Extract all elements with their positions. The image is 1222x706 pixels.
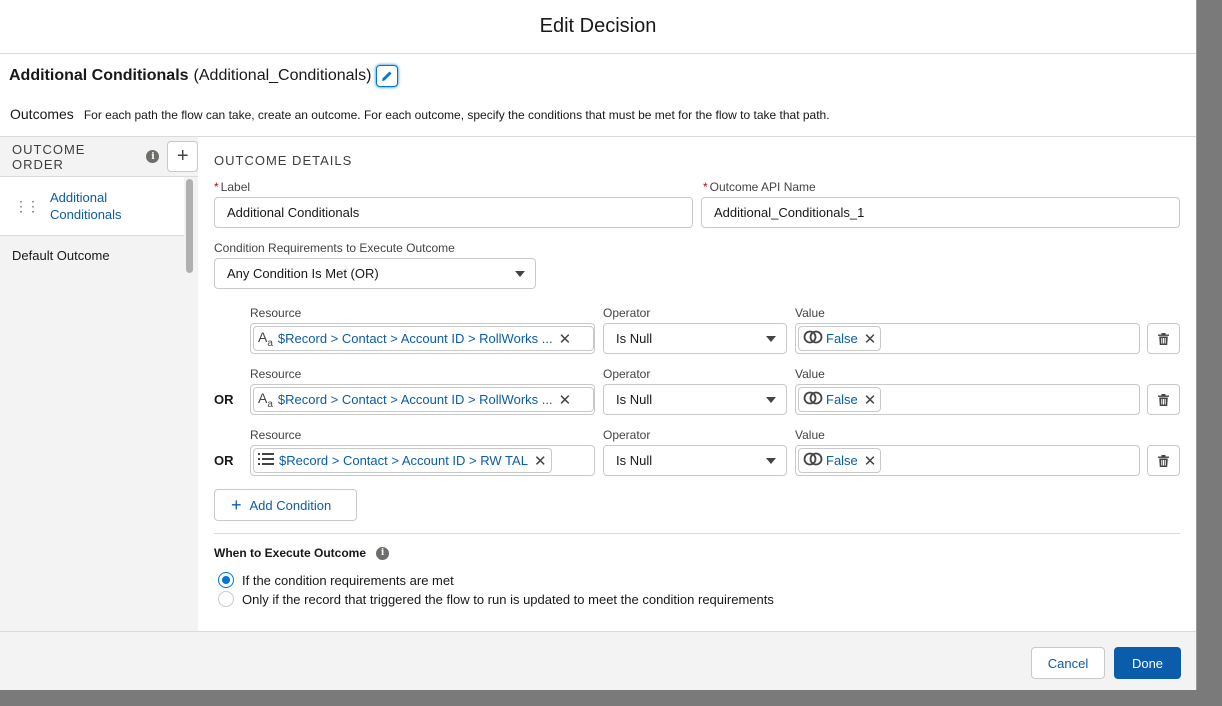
- resource-label: Resource: [250, 306, 302, 320]
- chevron-down-icon: [766, 397, 776, 403]
- radio-button-selected[interactable]: [218, 572, 234, 588]
- drag-handle-icon[interactable]: ⋮⋮: [14, 198, 40, 215]
- value-lookup[interactable]: False ✕: [795, 323, 1140, 354]
- delete-condition-button[interactable]: [1147, 323, 1180, 354]
- close-icon[interactable]: ✕: [864, 330, 877, 348]
- value-lookup[interactable]: False ✕: [795, 384, 1140, 415]
- sidebar-scrollbar[interactable]: [186, 179, 193, 273]
- add-outcome-button[interactable]: +: [167, 141, 198, 172]
- delete-condition-button[interactable]: [1147, 384, 1180, 415]
- operator-select[interactable]: Is Null: [603, 445, 787, 476]
- operator-select[interactable]: Is Null: [603, 384, 787, 415]
- close-icon[interactable]: ✕: [559, 391, 572, 409]
- value-label: Value: [795, 428, 825, 442]
- trash-icon: [1158, 393, 1169, 406]
- condition-requirements-label: Condition Requirements to Execute Outcom…: [214, 241, 455, 255]
- outcome-details-heading: OUTCOME DETAILS: [214, 153, 353, 168]
- info-icon[interactable]: i: [146, 150, 160, 163]
- resource-label: Resource: [250, 367, 302, 381]
- sidebar-item-additional-conditionals[interactable]: ⋮⋮ Additional Conditionals: [0, 177, 184, 236]
- outcomes-label: Outcomes: [10, 106, 74, 122]
- operator-label: Operator: [603, 306, 651, 320]
- edit-decision-button[interactable]: [376, 65, 399, 87]
- decision-label: Additional Conditionals: [9, 67, 189, 84]
- pencil-icon: [382, 71, 392, 81]
- chevron-down-icon: [515, 271, 525, 277]
- outcome-order-heading: OUTCOME ORDER: [12, 141, 86, 172]
- modal-header: Edit Decision: [0, 0, 1196, 54]
- decision-title-row: Additional Conditionals (Additional_Cond…: [9, 65, 399, 87]
- cancel-button[interactable]: Cancel: [1031, 647, 1105, 679]
- outcomes-header: Outcomes For each path the flow can take…: [10, 106, 830, 122]
- trash-icon: [1158, 332, 1169, 345]
- info-icon[interactable]: i: [376, 546, 390, 560]
- add-condition-button[interactable]: + Add Condition: [214, 489, 357, 521]
- value-pill[interactable]: False ✕: [798, 387, 882, 412]
- plus-icon: +: [231, 494, 242, 515]
- resource-pill[interactable]: Aa $Record > Contact > Account ID > Roll…: [253, 387, 594, 412]
- or-label: OR: [214, 453, 234, 468]
- delete-condition-button[interactable]: [1147, 445, 1180, 476]
- or-label: OR: [214, 392, 234, 407]
- picklist-icon: [258, 452, 274, 469]
- edit-decision-modal: Edit Decision Additional Conditionals (A…: [0, 0, 1197, 690]
- value-label: Value: [795, 306, 825, 320]
- when-to-execute-label: When to Execute Outcome i: [214, 546, 390, 560]
- radio-record-updated[interactable]: Only if the record that triggered the fl…: [218, 591, 774, 607]
- outcome-order-sidebar: OUTCOME ORDER i + ⋮⋮ Additional Conditio…: [0, 136, 198, 631]
- radio-button[interactable]: [218, 591, 234, 607]
- value-pill[interactable]: False ✕: [798, 448, 882, 473]
- modal-footer: Cancel Done: [0, 631, 1196, 690]
- resource-lookup[interactable]: Aa $Record > Contact > Account ID > Roll…: [250, 384, 595, 415]
- modal-title: Edit Decision: [539, 15, 657, 37]
- value-pill[interactable]: False ✕: [798, 326, 882, 351]
- text-type-icon: Aa: [258, 328, 273, 349]
- done-button[interactable]: Done: [1114, 647, 1181, 679]
- api-name-input[interactable]: Additional_Conditionals_1: [701, 197, 1180, 228]
- plus-icon: +: [176, 145, 189, 167]
- close-icon[interactable]: ✕: [864, 452, 877, 470]
- close-icon[interactable]: ✕: [534, 452, 547, 470]
- outcome-order-header: OUTCOME ORDER i +: [0, 137, 198, 177]
- divider: [214, 533, 1180, 534]
- sidebar-item-label: Default Outcome: [12, 247, 110, 263]
- outcome-details-panel: OUTCOME DETAILS * Label Additional Condit…: [198, 136, 1196, 631]
- resource-lookup[interactable]: Aa $Record > Contact > Account ID > Roll…: [250, 323, 595, 354]
- resource-pill[interactable]: Aa $Record > Contact > Account ID > Roll…: [253, 326, 594, 351]
- operator-label: Operator: [603, 428, 651, 442]
- close-icon[interactable]: ✕: [559, 330, 572, 348]
- condition-requirements-select[interactable]: Any Condition Is Met (OR): [214, 258, 536, 289]
- close-icon[interactable]: ✕: [864, 391, 877, 409]
- operator-label: Operator: [603, 367, 651, 381]
- trash-icon: [1158, 454, 1169, 467]
- operator-select[interactable]: Is Null: [603, 323, 787, 354]
- api-name-field-label: * Outcome API Name: [703, 180, 816, 194]
- resource-label: Resource: [250, 428, 302, 442]
- decision-api-name: (Additional_Conditionals): [193, 67, 372, 84]
- sidebar-item-label: Additional Conditionals: [50, 190, 122, 222]
- label-field-label: * Label: [214, 180, 251, 194]
- resource-lookup[interactable]: $Record > Contact > Account ID > RW TAL …: [250, 445, 595, 476]
- text-type-icon: Aa: [258, 389, 273, 410]
- resource-pill[interactable]: $Record > Contact > Account ID > RW TAL …: [253, 448, 552, 473]
- boolean-icon: [803, 452, 823, 469]
- label-input[interactable]: Additional Conditionals: [214, 197, 693, 228]
- radio-condition-met[interactable]: If the condition requirements are met: [218, 572, 454, 588]
- chevron-down-icon: [766, 336, 776, 342]
- boolean-icon: [803, 330, 823, 347]
- chevron-down-icon: [766, 458, 776, 464]
- value-lookup[interactable]: False ✕: [795, 445, 1140, 476]
- sidebar-item-default-outcome[interactable]: Default Outcome: [0, 236, 198, 274]
- boolean-icon: [803, 391, 823, 408]
- value-label: Value: [795, 367, 825, 381]
- outcomes-description: For each path the flow can take, create …: [83, 108, 830, 122]
